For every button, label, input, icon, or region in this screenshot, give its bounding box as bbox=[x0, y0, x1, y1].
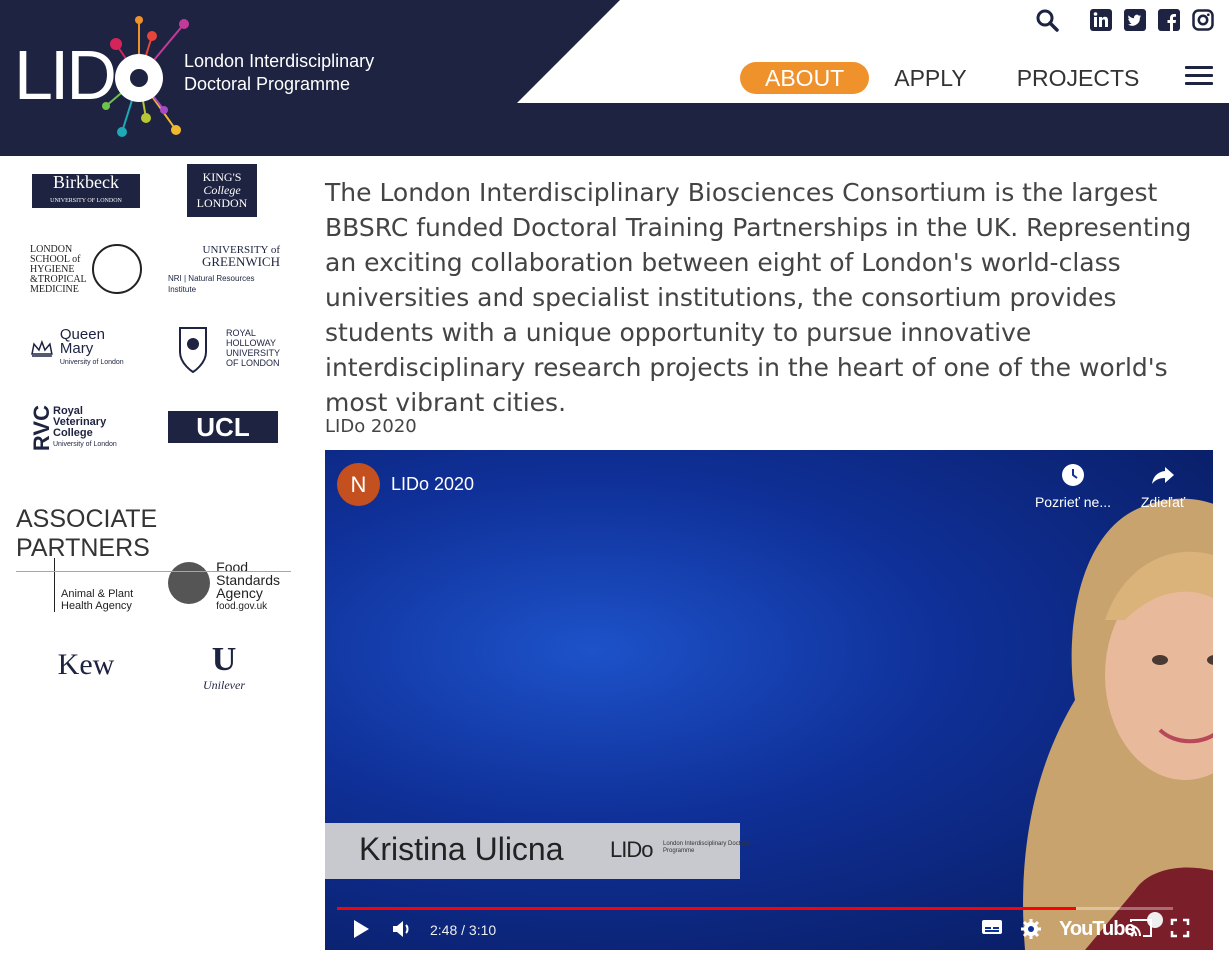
kew-logo[interactable]: Kew bbox=[54, 648, 118, 682]
associate-partners-heading: ASSOCIATE PARTNERS bbox=[16, 505, 291, 572]
fsa-line4: food.gov.uk bbox=[216, 601, 268, 612]
queen-mary-logo[interactable]: Queen Mary University of London bbox=[30, 327, 142, 366]
unilever-text: Unilever bbox=[203, 677, 245, 692]
share-icon bbox=[1152, 467, 1174, 484]
lower-third-caption: Kristina Ulicna LIDo London Interdiscipl… bbox=[325, 823, 750, 879]
progress-bar[interactable] bbox=[337, 907, 1173, 910]
kings-college-logo[interactable]: KING'S College LONDON bbox=[187, 164, 257, 217]
rvc-initials: RVC bbox=[29, 404, 54, 452]
caption-name: Kristina Ulicna bbox=[359, 831, 564, 867]
lido-logo[interactable]: LID London Interdisciplinary Doctoral Pr… bbox=[14, 14, 394, 142]
birkbeck-logo[interactable]: Birkbeck UNIVERSITY OF LONDON bbox=[32, 171, 140, 208]
logo-subtitle: London Interdisciplinary Doctoral Progra… bbox=[184, 50, 374, 96]
caption-logo: LIDo bbox=[610, 837, 653, 862]
video-time: 2:48 / 3:10 bbox=[430, 922, 497, 938]
menu-icon[interactable] bbox=[1185, 66, 1213, 88]
greenwich-line2: GREENWICH bbox=[202, 254, 280, 269]
rvc-logo[interactable]: RVC Royal Veterinary College University … bbox=[29, 400, 142, 456]
settings-gear-icon[interactable] bbox=[1020, 918, 1042, 940]
search-icon[interactable] bbox=[1035, 8, 1059, 32]
watch-later-button[interactable]: Pozrieť ne... bbox=[1030, 462, 1116, 510]
menu-icon-bar bbox=[1185, 82, 1213, 85]
kings-line3: LONDON bbox=[196, 196, 248, 210]
share-button[interactable]: Zdieľať bbox=[1133, 462, 1193, 510]
video-frame-person bbox=[1023, 498, 1213, 950]
social-icons bbox=[1035, 8, 1215, 32]
ucl-logo[interactable]: UCL bbox=[168, 411, 278, 443]
video-controls: 2:48 / 3:10 YouTube bbox=[325, 914, 1213, 946]
facebook-icon[interactable] bbox=[1157, 8, 1181, 32]
cast-icon[interactable] bbox=[1129, 918, 1153, 938]
video-heading: LIDo 2020 bbox=[325, 416, 417, 437]
volume-icon[interactable] bbox=[391, 918, 413, 940]
nav-apply[interactable]: APPLY bbox=[869, 62, 991, 94]
rvc-sub: University of London bbox=[53, 441, 117, 448]
greenwich-line3: NRI | Natural Resources Institute bbox=[168, 274, 255, 294]
ucl-text: UCL bbox=[196, 411, 250, 442]
qmul-sub: University of London bbox=[59, 359, 124, 366]
logo-subtitle-line1: London Interdisciplinary bbox=[184, 51, 375, 71]
nav-projects[interactable]: PROJECTS bbox=[992, 62, 1165, 94]
kew-text: Kew bbox=[57, 648, 115, 681]
royal-holloway-logo[interactable]: ROYAL HOLLOWAY UNIVERSITY OF LONDON bbox=[168, 320, 280, 376]
progress-bar-fill bbox=[337, 907, 1077, 910]
caption-logo-sub: London Interdisciplinary Doctoral Progra… bbox=[663, 841, 751, 854]
main-nav: ABOUT APPLY PROJECTS bbox=[740, 62, 1164, 94]
youtube-logo[interactable]: YouTube bbox=[1059, 918, 1136, 941]
nav-about[interactable]: ABOUT bbox=[740, 62, 870, 94]
apha-text: Animal & Plant Health Agency bbox=[61, 588, 134, 612]
greenwich-logo[interactable]: UNIVERSITY of GREENWICH NRI | Natural Re… bbox=[168, 245, 280, 295]
instagram-icon[interactable] bbox=[1191, 8, 1215, 32]
lshtm-seal-icon bbox=[92, 244, 142, 294]
birkbeck-sub: UNIVERSITY OF LONDON bbox=[50, 197, 122, 204]
share-label: Zdieľať bbox=[1140, 494, 1186, 510]
linkedin-icon[interactable] bbox=[1089, 8, 1113, 32]
logo-subtitle-line2: Doctoral Programme bbox=[184, 74, 351, 94]
unilever-logo[interactable]: U Unilever bbox=[194, 638, 254, 696]
twitter-icon[interactable] bbox=[1123, 8, 1147, 32]
video-player[interactable]: N LIDo 2020 Pozrieť ne... Zdieľať Kristi… bbox=[325, 450, 1213, 950]
play-icon[interactable] bbox=[351, 918, 371, 940]
qmul-name: Queen Mary bbox=[59, 326, 105, 357]
clock-icon bbox=[1062, 464, 1084, 486]
lshtm-text: LONDON SCHOOL of HYGIENE &TROPICAL MEDIC… bbox=[30, 244, 87, 295]
birkbeck-name: Birkbeck bbox=[53, 171, 119, 192]
unilever-u-icon: U bbox=[211, 640, 237, 678]
menu-icon-bar bbox=[1185, 66, 1213, 69]
crown-icon bbox=[31, 340, 53, 357]
channel-avatar[interactable]: N bbox=[337, 463, 380, 506]
crest-icon bbox=[179, 327, 207, 374]
menu-icon-bar bbox=[1185, 74, 1213, 77]
rvc-text: Royal Veterinary College bbox=[53, 405, 107, 439]
watch-later-label: Pozrieť ne... bbox=[1034, 494, 1112, 510]
video-title[interactable]: LIDo 2020 bbox=[391, 474, 474, 495]
lshtm-logo[interactable]: LONDON SCHOOL of HYGIENE &TROPICAL MEDIC… bbox=[30, 244, 142, 296]
fullscreen-icon[interactable] bbox=[1170, 918, 1190, 938]
fsa-line3: Agency bbox=[216, 585, 263, 601]
logo-molecule-icon bbox=[102, 16, 189, 137]
subtitles-icon[interactable] bbox=[981, 918, 1003, 936]
rhul-text: ROYAL HOLLOWAY UNIVERSITY OF LONDON bbox=[226, 328, 280, 368]
intro-paragraph: The London Interdisciplinary Biosciences… bbox=[325, 178, 1192, 417]
